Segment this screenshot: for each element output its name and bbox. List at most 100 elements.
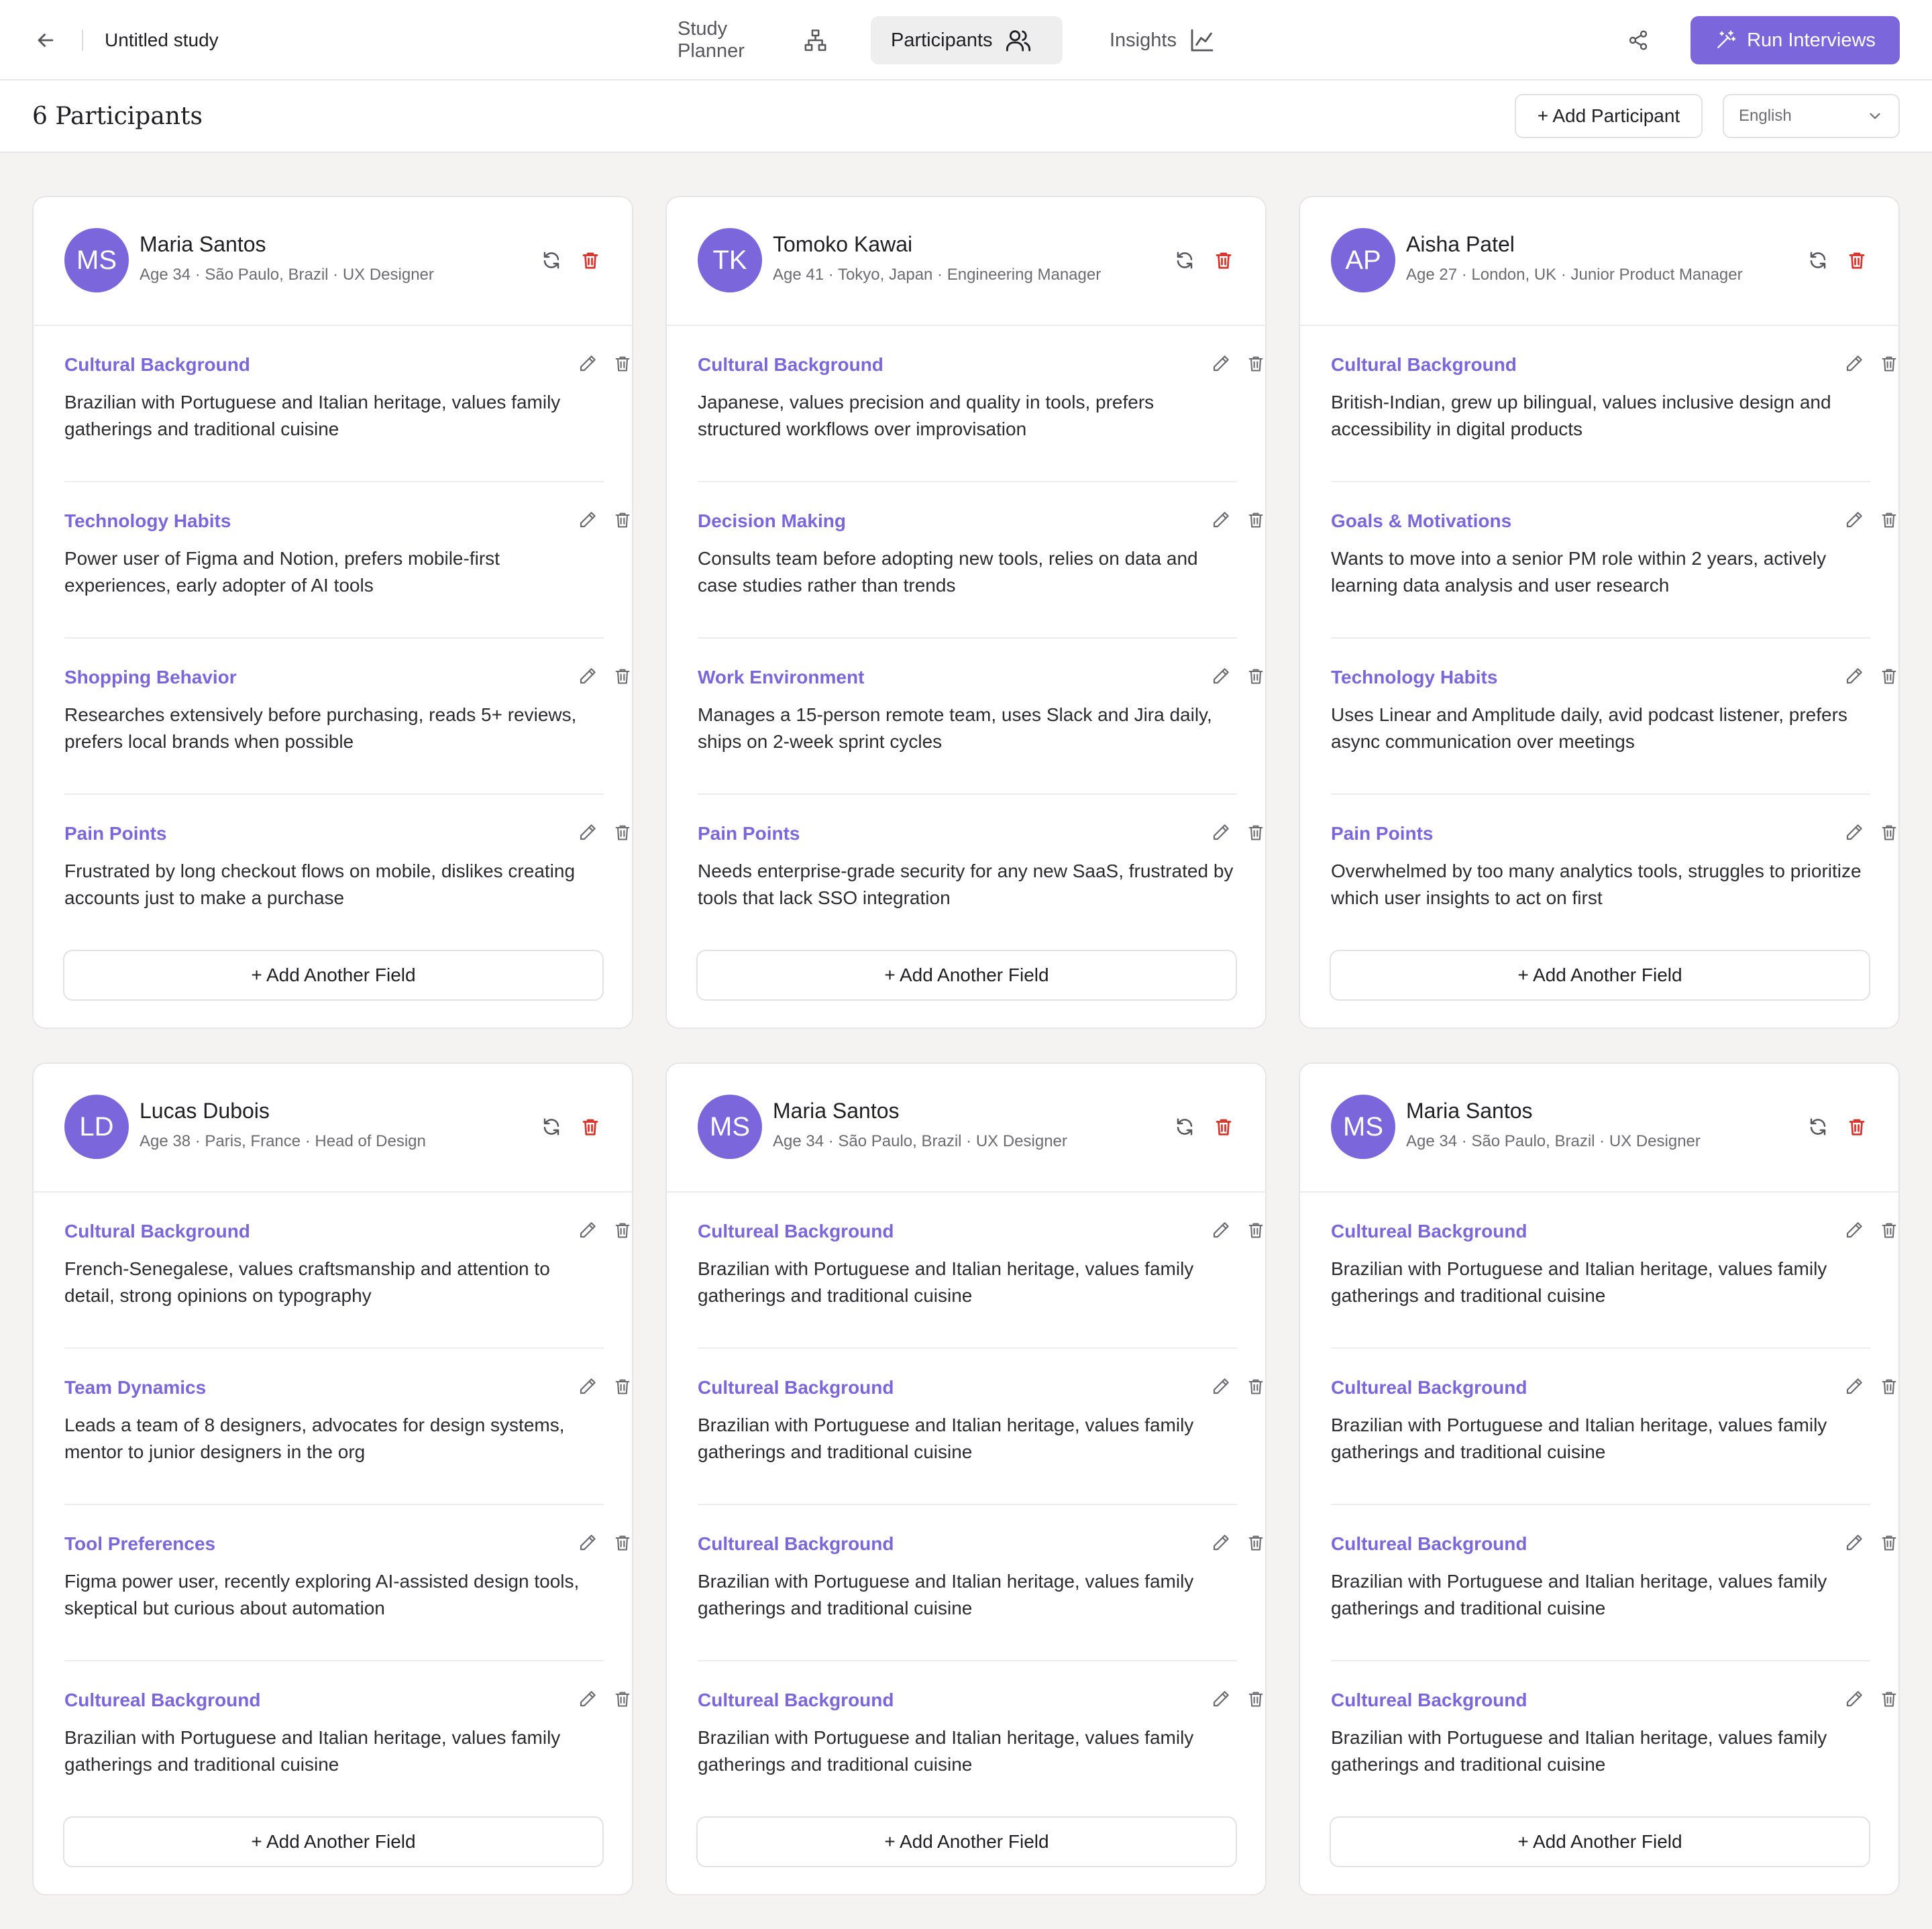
participant-meta: Age 27 · London, UK · Junior Product Man… [1406,266,1743,284]
pencil-icon [1844,1220,1864,1240]
edit-field-button[interactable] [1842,1218,1866,1242]
edit-field-button[interactable] [576,1374,600,1398]
delete-field-button[interactable] [1877,1218,1901,1242]
delete-participant-button[interactable] [1210,1113,1237,1140]
delete-field-button[interactable] [1244,1531,1268,1555]
pencil-icon [1844,666,1864,686]
participant-field: Cultureal Background Brazilian with Port… [1331,1505,1896,1661]
edit-field-button[interactable] [576,820,600,844]
edit-field-button[interactable] [1209,820,1233,844]
language-select[interactable]: English [1723,94,1900,138]
trash-icon [1847,1117,1867,1137]
field-label: Cultural Background [64,354,250,375]
edit-field-button[interactable] [1209,1218,1233,1242]
edit-field-button[interactable] [1842,664,1866,688]
edit-field-button[interactable] [1842,351,1866,376]
add-another-field-button[interactable]: + Add Another Field [696,950,1237,1001]
delete-field-button[interactable] [1877,1531,1901,1555]
tab-study-planner[interactable]: Study Planner [657,16,848,64]
field-value: Frustrated by long checkout flows on mob… [64,861,576,908]
delete-field-button[interactable] [1877,1687,1901,1711]
main-tabs: Study Planner Participants Insights [657,16,1237,64]
edit-field-button[interactable] [1209,508,1233,532]
delete-participant-button[interactable] [577,247,604,274]
delete-participant-button[interactable] [1843,1113,1870,1140]
trash-icon [1880,354,1898,373]
delete-participant-button[interactable] [1210,247,1237,274]
edit-field-button[interactable] [1209,1374,1233,1398]
delete-field-button[interactable] [1244,1374,1268,1398]
delete-field-button[interactable] [1877,664,1901,688]
magic-wand-icon [1717,30,1736,48]
delete-field-button[interactable] [610,1374,635,1398]
regenerate-button[interactable] [538,247,565,274]
regenerate-button[interactable] [1805,1113,1831,1140]
edit-field-button[interactable] [1842,1374,1866,1398]
delete-participant-button[interactable] [577,1113,604,1140]
delete-field-button[interactable] [610,351,635,376]
add-another-field-button[interactable]: + Add Another Field [1330,950,1870,1001]
delete-field-button[interactable] [1877,351,1901,376]
delete-field-button[interactable] [610,1687,635,1711]
pencil-icon [1211,666,1231,686]
edit-field-button[interactable] [1209,1531,1233,1555]
field-value: Brazilian with Portuguese and Italian he… [64,1727,561,1775]
add-another-field-button[interactable]: + Add Another Field [63,950,604,1001]
delete-field-button[interactable] [1244,820,1268,844]
tab-participants[interactable]: Participants [871,16,1063,64]
add-another-field-button[interactable]: + Add Another Field [696,1816,1237,1867]
field-value: Needs enterprise-grade security for any … [698,861,1234,908]
edit-field-button[interactable] [1209,664,1233,688]
edit-field-button[interactable] [1842,1687,1866,1711]
field-value: Wants to move into a senior PM role with… [1331,548,1827,596]
delete-field-button[interactable] [1877,1374,1901,1398]
delete-field-button[interactable] [1244,664,1268,688]
delete-field-button[interactable] [610,664,635,688]
delete-field-button[interactable] [1877,820,1901,844]
add-another-field-button[interactable]: + Add Another Field [63,1816,604,1867]
delete-field-button[interactable] [1244,508,1268,532]
edit-field-button[interactable] [576,664,600,688]
delete-field-button[interactable] [1244,1687,1268,1711]
edit-field-button[interactable] [1842,1531,1866,1555]
edit-field-button[interactable] [576,351,600,376]
delete-field-button[interactable] [1244,351,1268,376]
participant-field: Tool Preferences Figma power user, recen… [64,1505,630,1661]
add-another-field-button[interactable]: + Add Another Field [1330,1816,1870,1867]
study-title[interactable]: Untitled study [105,27,219,54]
field-value: Brazilian with Portuguese and Italian he… [698,1415,1194,1462]
field-label: Cultural Background [698,354,883,375]
participant-field: Goals & Motivations Wants to move into a… [1331,482,1896,639]
edit-field-button[interactable] [1209,351,1233,376]
back-button[interactable] [27,24,64,56]
share-button[interactable] [1623,25,1653,55]
participant-grid: MS Maria Santos Age 34 · São Paulo, Braz… [32,196,1900,1895]
regenerate-button[interactable] [538,1113,565,1140]
edit-field-button[interactable] [1209,1687,1233,1711]
edit-field-button[interactable] [576,1218,600,1242]
regenerate-button[interactable] [1805,247,1831,274]
delete-field-button[interactable] [610,1218,635,1242]
delete-field-button[interactable] [610,1531,635,1555]
run-interviews-button[interactable]: Run Interviews [1690,16,1900,64]
trash-icon [1246,1377,1265,1396]
refresh-icon [541,1117,561,1137]
trash-icon [1880,1690,1898,1708]
regenerate-button[interactable] [1171,247,1198,274]
tab-insights[interactable]: Insights [1089,16,1237,64]
edit-field-button[interactable] [576,508,600,532]
delete-field-button[interactable] [1244,1218,1268,1242]
delete-field-button[interactable] [610,508,635,532]
delete-field-button[interactable] [1877,508,1901,532]
edit-field-button[interactable] [1842,508,1866,532]
avatar: TK [698,228,762,292]
edit-field-button[interactable] [576,1531,600,1555]
delete-field-button[interactable] [610,820,635,844]
edit-field-button[interactable] [576,1687,600,1711]
regenerate-button[interactable] [1171,1113,1198,1140]
add-participant-button[interactable]: + Add Participant [1515,94,1703,138]
participant-field: Cultureal Background Brazilian with Port… [1331,1661,1896,1818]
participant-field: Cultureal Background Brazilian with Port… [698,1349,1263,1505]
delete-participant-button[interactable] [1843,247,1870,274]
edit-field-button[interactable] [1842,820,1866,844]
